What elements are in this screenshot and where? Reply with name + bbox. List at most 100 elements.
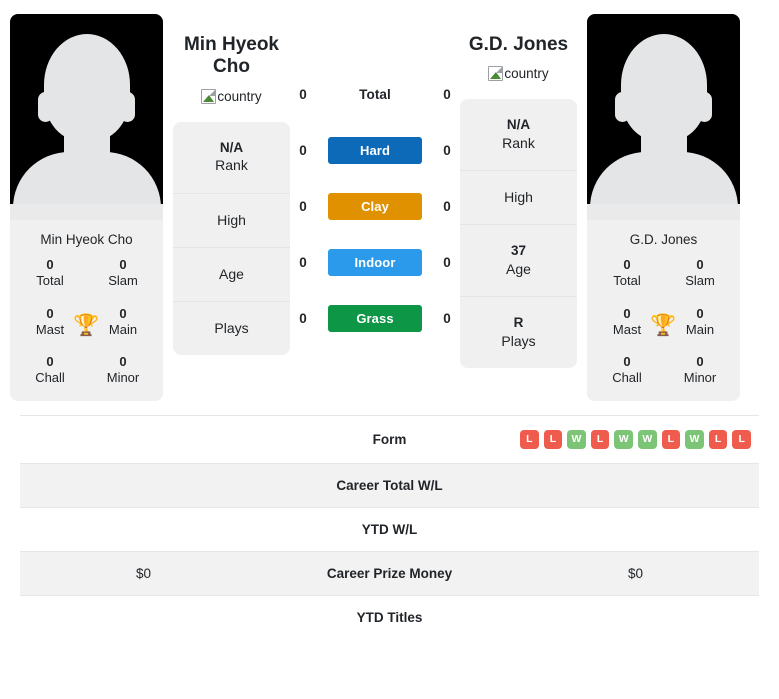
titles-slam-label: Slam [685, 273, 715, 289]
titles-mast-value: 0 [623, 305, 631, 321]
country-alt-text: country [217, 88, 262, 104]
surface-row-grass: 0 Grass 0 [290, 290, 460, 346]
titles-main-right: 0 Main [676, 306, 724, 339]
titles-row: 0 Chall 0 Minor [593, 354, 734, 387]
titles-total-left: 0 Total [26, 257, 74, 290]
form-badge-loss[interactable]: L [661, 429, 681, 449]
surface-count-left: 0 [299, 86, 307, 102]
high-label: High [217, 211, 246, 228]
form-badge-win[interactable]: W [567, 429, 586, 449]
age-label: Age [219, 265, 244, 282]
broken-image-icon [201, 88, 217, 104]
trophy-icon: 🏆 [650, 314, 677, 337]
titles-row: 0 Total 0 Slam [593, 257, 734, 290]
form-badge-win[interactable]: W [638, 429, 657, 449]
titles-chall-right: 0 Chall [603, 354, 651, 387]
rank-label: Rank [502, 134, 535, 151]
surface-count-left: 0 [299, 198, 307, 214]
ytd-wl-left [20, 507, 267, 551]
avatar-ear-right-shape [697, 92, 712, 122]
form-badge-loss[interactable]: L [732, 429, 751, 449]
rank-item-high-right: High [460, 171, 577, 226]
rank-item-age-left: Age [173, 248, 290, 302]
surface-badge-hard: Hard [328, 136, 422, 164]
titles-main-label: Main [685, 321, 715, 337]
age-value: 37 [510, 243, 527, 259]
surface-badge-total: Total [359, 86, 391, 102]
titles-row: 0 Mast 🏆 0 Main [593, 306, 734, 339]
player-name-left[interactable]: Min Hyeok Cho [167, 34, 297, 79]
player-card-name-right: G.D. Jones [587, 220, 740, 257]
player-info-left: Min Hyeok Cho country N/A Rank High Age … [173, 8, 290, 356]
trophy-icon: 🏆 [73, 314, 100, 337]
row-label-ytd-titles: YTD Titles [356, 609, 423, 625]
form-badge-loss[interactable]: L [520, 429, 539, 449]
avatar-base-shape [10, 204, 163, 220]
titles-main-left: 0 Main [99, 306, 147, 339]
titles-minor-value: 0 [119, 354, 127, 369]
surface-count-right: 0 [443, 254, 451, 270]
rank-item-plays-left: Plays [173, 302, 290, 355]
titles-mast-right: 0 Mast [603, 306, 651, 339]
table-row-ytd-wl: YTD W/L [20, 507, 759, 551]
surface-titles-column: 0 Total 0 0 Hard 0 0 Clay 0 0 Indoor 0 0… [290, 8, 460, 346]
form-badge-win[interactable]: W [685, 429, 704, 449]
surface-count-right: 0 [443, 142, 451, 158]
titles-minor-label: Minor [683, 370, 717, 386]
age-label: Age [506, 260, 531, 277]
form-badge-loss[interactable]: L [590, 429, 610, 449]
titles-mast-value: 0 [46, 305, 54, 321]
form-badge-loss[interactable]: L [708, 429, 728, 449]
titles-mast-label: Mast [35, 321, 65, 337]
surface-badge-clay: Clay [328, 192, 422, 220]
player-titles-left: 0 Total 0 Slam 0 Mast 🏆 0 Main 0 Chall 0… [10, 257, 163, 401]
player-card-right: G.D. Jones 0 Total 0 Slam 0 Mast 🏆 0 Mai… [587, 14, 740, 401]
titles-row: 0 Chall 0 Minor [16, 354, 157, 387]
surface-badge-grass: Grass [328, 304, 422, 332]
comparison-table: Form LLWLWWLWLL Career Total W/L YTD W/L… [20, 415, 759, 639]
titles-minor-label: Minor [106, 370, 140, 386]
rank-item-plays-right: R Plays [460, 297, 577, 368]
country-alt-text: country [504, 66, 549, 82]
row-label-career-prize-money: Career Prize Money [326, 565, 453, 581]
titles-slam-value: 0 [119, 257, 127, 272]
surface-badge-indoor: Indoor [328, 248, 422, 276]
table-row-career-total-wl: Career Total W/L [20, 463, 759, 507]
player-name-right[interactable]: G.D. Jones [454, 34, 584, 56]
plays-label: Plays [501, 332, 536, 349]
avatar-ear-right-shape [120, 92, 135, 122]
avatar-ear-left-shape [38, 92, 53, 122]
plays-label: Plays [214, 319, 249, 336]
surface-count-right: 0 [443, 310, 451, 326]
rank-value: N/A [506, 117, 531, 133]
titles-main-value: 0 [696, 305, 704, 321]
rank-item-rank-right: N/A Rank [460, 99, 577, 172]
surface-count-left: 0 [299, 142, 307, 158]
rank-value: N/A [219, 139, 244, 155]
titles-main-value: 0 [119, 305, 127, 321]
titles-slam-right: 0 Slam [676, 257, 724, 290]
avatar-right [587, 14, 740, 220]
titles-minor-value: 0 [696, 354, 704, 369]
row-label-ytd-wl: YTD W/L [361, 521, 418, 537]
country-flag-left: country [201, 88, 262, 104]
surface-count-right: 0 [443, 86, 451, 102]
surface-row-indoor: 0 Indoor 0 [290, 234, 460, 290]
career-total-wl-right [512, 463, 759, 507]
player-card-left: Min Hyeok Cho 0 Total 0 Slam 0 Mast 🏆 0 … [10, 14, 163, 401]
form-left-cell [20, 415, 267, 463]
avatar-ear-left-shape [615, 92, 630, 122]
form-badge-win[interactable]: W [614, 429, 633, 449]
titles-total-value: 0 [623, 257, 631, 272]
titles-slam-left: 0 Slam [99, 257, 147, 290]
rank-panel-right: N/A Rank High 37 Age R Plays [460, 99, 577, 368]
titles-row: 0 Total 0 Slam [16, 257, 157, 290]
rank-item-age-right: 37 Age [460, 225, 577, 298]
titles-total-label: Total [613, 273, 641, 289]
form-badge-loss[interactable]: L [543, 429, 563, 449]
row-label-career-total-wl: Career Total W/L [336, 477, 443, 493]
surface-row-hard: 0 Hard 0 [290, 122, 460, 178]
titles-chall-value: 0 [46, 354, 54, 369]
avatar-base-shape [587, 204, 740, 220]
titles-slam-label: Slam [108, 273, 138, 289]
